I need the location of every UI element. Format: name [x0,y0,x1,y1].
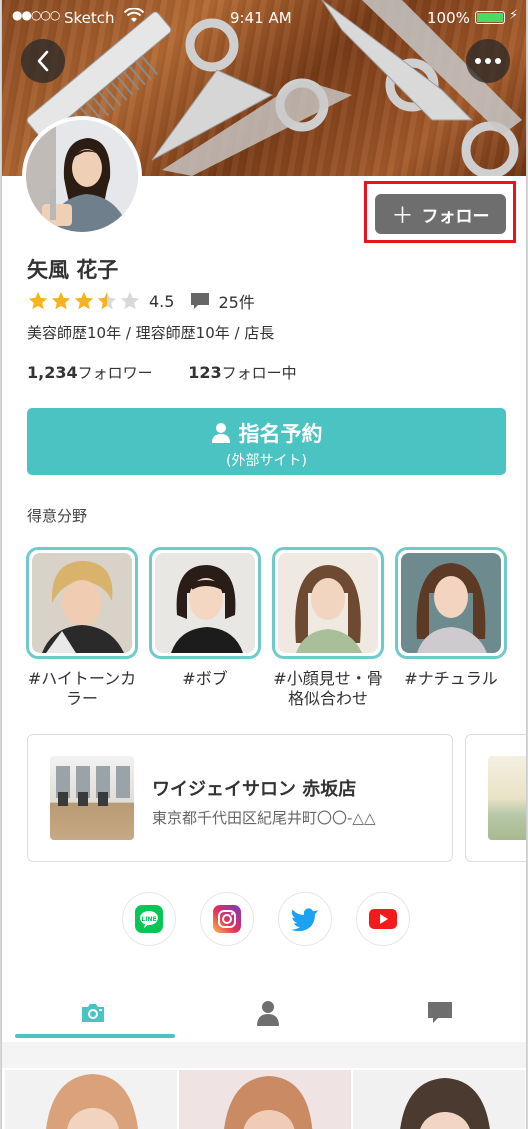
salon-name: ワイジェイサロン 赤坂店 [152,779,357,800]
twitter-button[interactable] [278,892,332,946]
wifi-icon [123,7,145,28]
stylist-name: 矢風 花子 [27,258,119,282]
rating-stars [27,290,141,312]
svg-text:LINE: LINE [141,916,156,923]
salon-photo [488,756,526,840]
specialty-label: #小顔見せ・骨格似合わせ [273,669,383,708]
followers-count: 1,234 [27,363,78,382]
active-tab-indicator [15,1034,175,1038]
follow-stats: 1,234フォロワー 123フォロー中 [27,362,297,383]
camera-icon [81,1004,104,1022]
salon-address: 東京都千代田区紀尾井町〇〇-△△ [152,809,376,827]
instagram-icon [213,905,241,933]
youtube-icon [369,909,397,929]
twitter-icon [291,908,318,931]
specialty-label: #ハイトーンカラー [27,669,137,708]
reserve-sublabel: (外部サイト) [226,453,307,469]
chevron-left-icon [37,50,49,72]
instagram-button[interactable] [200,892,254,946]
reserve-button[interactable]: 指名予約 (外部サイト) [27,408,506,475]
carrier-label: Sketch [64,9,115,27]
content-tabs [2,985,526,1041]
tabs-divider [2,1042,526,1068]
star-icon [51,291,71,310]
status-bar: ●●○○○ Sketch 9:41 AM 100% ⚡ [2,0,526,34]
empty-star-icon [120,291,140,310]
battery-icon [475,11,505,24]
salon-photo [50,756,134,840]
specialty-item[interactable]: #ハイトーンカラー [26,547,138,709]
specialty-item[interactable]: #小顔見せ・骨格似合わせ [272,547,384,709]
youtube-button[interactable] [356,892,410,946]
avatar[interactable] [22,116,142,236]
star-icon [28,291,48,310]
salon-card[interactable] [465,734,526,862]
more-button[interactable] [466,39,510,83]
ellipsis-icon [475,58,501,64]
rating-row: 4.5 25件 [27,289,255,313]
follow-label: フォロー [421,206,490,227]
tab-photos[interactable] [5,985,180,1041]
back-button[interactable] [21,39,65,83]
battery-percent: 100% [427,9,470,27]
person-icon [256,1001,279,1026]
half-star-icon [97,291,117,310]
line-icon: LINE [135,905,163,933]
gallery-photo[interactable] [353,1070,525,1129]
line-button[interactable]: LINE [122,892,176,946]
chat-icon [427,1002,452,1023]
specialty-title: 得意分野 [27,507,88,525]
follow-button[interactable]: ＋ フォロー [375,194,506,234]
charging-icon: ⚡ [509,8,519,23]
plus-icon: ＋ [391,204,414,229]
specialty-item[interactable]: #ボブ [149,547,261,689]
following-stat[interactable]: 123フォロー中 [188,363,297,382]
following-label: フォロー中 [221,364,297,382]
salon-card[interactable]: ワイジェイサロン 赤坂店 東京都千代田区紀尾井町〇〇-△△ [27,734,453,862]
followers-label: フォロワー [77,364,153,382]
tab-reviews[interactable] [352,985,526,1041]
person-icon [211,423,230,443]
reserve-label: 指名予約 [238,422,323,446]
gallery-photo[interactable] [179,1070,351,1129]
comment-icon [191,293,210,309]
gallery-photo[interactable] [5,1070,177,1129]
specialty-item[interactable]: #ナチュラル [395,547,507,689]
specialty-label: #ナチュラル [404,669,498,688]
review-count[interactable]: 25件 [218,289,254,313]
career-text: 美容師歴10年 / 理容師歴10年 / 店長 [27,324,275,342]
profile-screen: ●●○○○ Sketch 9:41 AM 100% ⚡ ＋ フォロー 矢風 花子… [1,0,527,1129]
tab-profile[interactable] [180,985,355,1041]
rating-score: 4.5 [149,291,175,311]
clock: 9:41 AM [230,9,292,27]
followers-stat[interactable]: 1,234フォロワー [27,363,153,382]
following-count: 123 [188,363,222,382]
specialty-label: #ボブ [182,669,228,688]
star-icon [74,291,94,310]
signal-icon: ●●○○○ [12,8,60,22]
